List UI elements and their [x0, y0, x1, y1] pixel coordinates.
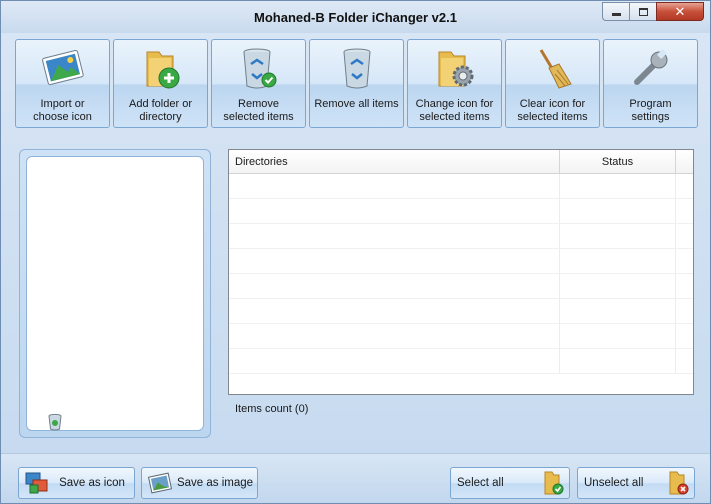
save-as-icon-button[interactable]: Save as icon	[18, 467, 135, 499]
remove-selected-button[interactable]: Remove selected items	[211, 39, 306, 128]
empty-row	[229, 249, 693, 274]
change-icon-button[interactable]: Change icon for selected items	[407, 39, 502, 128]
remove-all-button[interactable]: Remove all items	[309, 39, 404, 128]
broom-icon	[529, 44, 577, 92]
list-header: Directories Status	[229, 150, 693, 174]
toolbar: Import or choose icon Add folder or dire…	[11, 36, 702, 130]
maximize-button[interactable]	[629, 2, 656, 21]
program-settings-button[interactable]: Program settings	[603, 39, 698, 128]
minimize-icon	[611, 13, 621, 16]
empty-row	[229, 324, 693, 349]
icon-preview-area[interactable]	[26, 156, 204, 431]
import-icon-button[interactable]: Import or choose icon	[15, 39, 110, 128]
save-image-icon	[147, 472, 173, 494]
recycle-bin-icon	[333, 44, 381, 92]
empty-row	[229, 349, 693, 374]
change-icon-label: Change icon for selected items	[415, 98, 494, 123]
unselect-all-button[interactable]: Unselect all	[577, 467, 695, 499]
column-header-directories[interactable]: Directories	[229, 150, 560, 174]
column-header-filler	[676, 150, 693, 173]
save-as-image-button[interactable]: Save as image	[141, 467, 258, 499]
save-as-icon-label: Save as icon	[59, 477, 125, 489]
clear-icon-label: Clear icon for selected items	[517, 98, 588, 123]
add-folder-icon	[137, 44, 185, 92]
empty-row	[229, 199, 693, 224]
recycle-bin-check-icon	[235, 44, 283, 92]
items-count: Items count (0)	[235, 403, 309, 415]
import-icon-label: Import or choose icon	[33, 98, 92, 123]
folder-x-icon	[669, 471, 689, 495]
folder-check-icon	[544, 471, 564, 495]
remove-all-label: Remove all items	[314, 98, 399, 110]
picture-icon	[39, 44, 87, 92]
list-body	[229, 174, 693, 394]
wrench-icon	[627, 44, 675, 92]
select-all-label: Select all	[457, 477, 504, 489]
maximize-icon	[638, 7, 648, 16]
clear-preview-icon[interactable]	[47, 413, 63, 431]
icon-preview-panel	[19, 149, 211, 438]
select-all-button[interactable]: Select all	[450, 467, 570, 499]
clear-icon-button[interactable]: Clear icon for selected items	[505, 39, 600, 128]
bottom-bar: Save as icon Save as image Select all Un…	[1, 453, 710, 503]
empty-row	[229, 274, 693, 299]
save-icon-icon	[25, 472, 48, 494]
app-window: Mohaned-B Folder iChanger v2.1 ✕ Import …	[0, 0, 711, 504]
remove-selected-label: Remove selected items	[223, 98, 294, 123]
unselect-all-label: Unselect all	[584, 477, 644, 489]
save-as-image-label: Save as image	[176, 477, 254, 489]
add-folder-label: Add folder or directory	[129, 98, 192, 123]
add-folder-button[interactable]: Add folder or directory	[113, 39, 208, 128]
minimize-button[interactable]	[602, 2, 629, 21]
empty-row	[229, 174, 693, 199]
directory-list[interactable]: Directories Status	[228, 149, 694, 395]
empty-row	[229, 224, 693, 249]
close-button[interactable]: ✕	[656, 2, 704, 21]
program-settings-label: Program settings	[629, 98, 672, 123]
folder-gear-icon	[431, 44, 479, 92]
close-icon: ✕	[674, 4, 686, 19]
window-controls: ✕	[602, 2, 704, 21]
column-header-status[interactable]: Status	[560, 150, 676, 174]
empty-row	[229, 299, 693, 324]
title-bar: Mohaned-B Folder iChanger v2.1 ✕	[1, 1, 710, 33]
